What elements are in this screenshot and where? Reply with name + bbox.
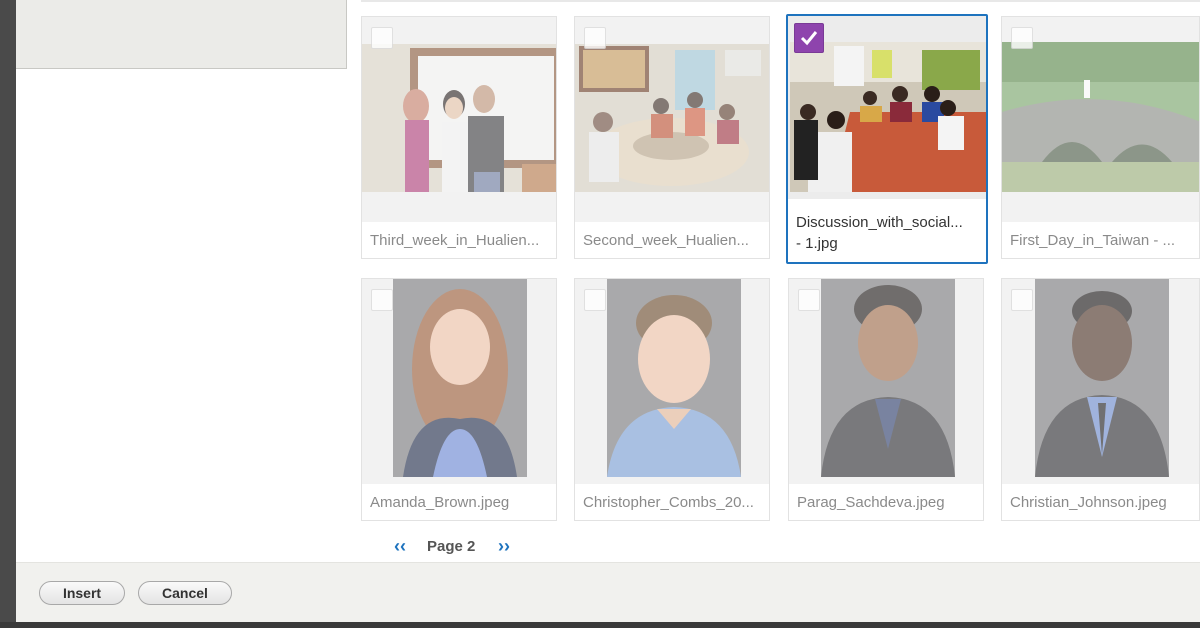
media-item-discussion[interactable]: Discussion_with_social... - 1.jpg	[786, 14, 988, 264]
portrait-image	[607, 279, 741, 477]
group-photo-image	[362, 44, 556, 192]
checkmark-icon	[800, 31, 818, 46]
meeting-photo-image	[790, 42, 986, 192]
item-filename: Parag_Sachdeva.jpeg	[797, 494, 945, 511]
previous-page-link[interactable]: ‹‹	[394, 536, 406, 557]
portrait-image	[393, 279, 527, 477]
dialog-footer: Insert Cancel	[16, 562, 1200, 622]
item-filename: Amanda_Brown.jpeg	[370, 494, 510, 511]
filename-line-1: Discussion_with_social...	[796, 214, 963, 231]
item-checkbox[interactable]	[371, 289, 393, 311]
previous-row-edge	[361, 0, 1200, 2]
dinner-photo-image	[575, 44, 769, 192]
item-checkbox[interactable]	[1011, 289, 1033, 311]
item-checkbox[interactable]	[584, 289, 606, 311]
item-checkbox[interactable]	[798, 289, 820, 311]
item-checkbox[interactable]	[1011, 27, 1033, 49]
media-item-amanda-brown[interactable]: Amanda_Brown.jpeg	[361, 278, 557, 521]
item-filename: Second_week_Hualien...	[583, 232, 749, 249]
page-indicator: Page 2	[427, 538, 476, 555]
filename-line-2: - 1.jpg	[796, 235, 838, 252]
cancel-button[interactable]: Cancel	[138, 581, 232, 605]
insert-button[interactable]: Insert	[39, 581, 125, 605]
item-filename: Third_week_in_Hualien...	[370, 232, 540, 249]
media-item-first-day[interactable]: First_Day_in_Taiwan - ...	[1001, 16, 1200, 259]
item-checkbox[interactable]	[584, 27, 606, 49]
media-item-third-week[interactable]: Third_week_in_Hualien...	[361, 16, 557, 259]
bridge-photo-image	[1002, 42, 1199, 192]
media-dialog: Third_week_in_Hualien... Second_week_Hua…	[16, 0, 1200, 622]
item-filename: Christopher_Combs_20...	[583, 494, 754, 511]
media-item-second-week[interactable]: Second_week_Hualien...	[574, 16, 770, 259]
item-checkbox[interactable]	[371, 27, 393, 49]
preview-panel	[16, 0, 347, 69]
media-item-christopher-combs[interactable]: Christopher_Combs_20...	[574, 278, 770, 521]
window-bottom-edge	[0, 622, 1200, 628]
media-item-parag-sachdeva[interactable]: Parag_Sachdeva.jpeg	[788, 278, 984, 521]
item-filename: First_Day_in_Taiwan - ...	[1010, 232, 1176, 249]
portrait-image	[1035, 279, 1169, 477]
item-filename: Discussion_with_social... - 1.jpg	[796, 212, 978, 254]
next-page-link[interactable]: ››	[498, 536, 510, 557]
item-checkbox[interactable]	[794, 23, 824, 53]
portrait-image	[821, 279, 955, 477]
media-item-christian-johnson[interactable]: Christian_Johnson.jpeg	[1001, 278, 1200, 521]
item-filename: Christian_Johnson.jpeg	[1010, 494, 1167, 511]
